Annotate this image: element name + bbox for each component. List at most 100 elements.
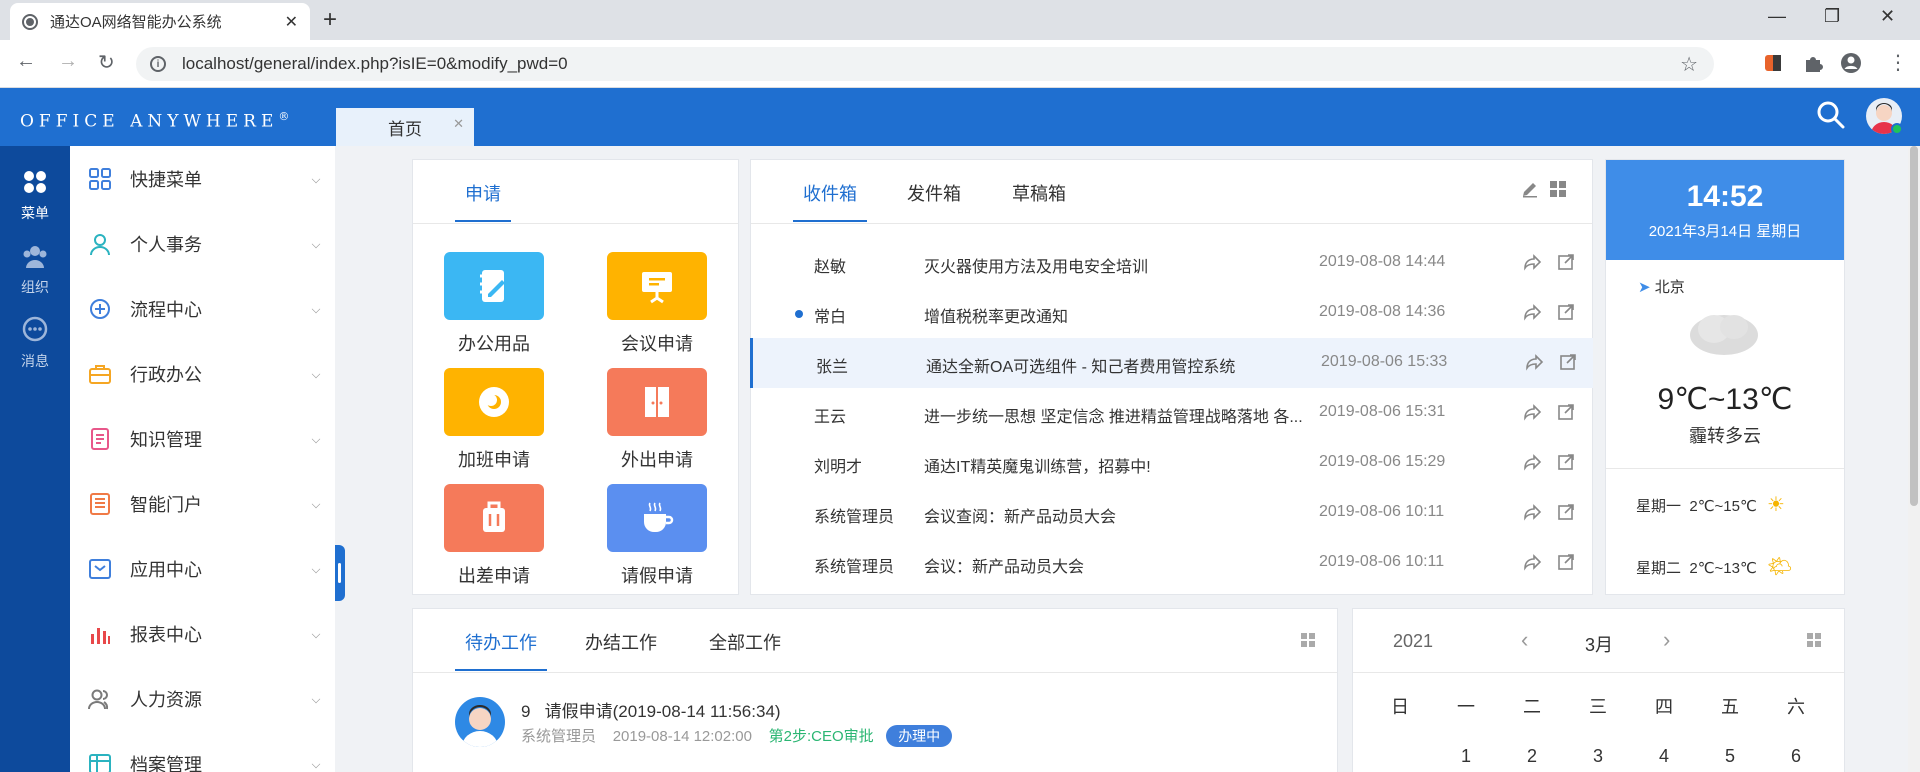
minimize-icon[interactable]: — (1768, 6, 1786, 27)
weekday: 二 (1523, 697, 1541, 717)
mail-row[interactable]: 赵敏 灭火器使用方法及用电安全培训 2019-08-08 14:44 (751, 238, 1594, 288)
app-out[interactable]: 外出申请 (607, 368, 707, 472)
menu-item-knowledge[interactable]: 知识管理 (70, 406, 335, 471)
day-cell[interactable]: 3 (1565, 731, 1631, 772)
tab-todo[interactable]: 待办工作 (455, 629, 547, 671)
browser-tab[interactable]: 通达OA网络智能办公系统 ✕ (10, 3, 310, 40)
tab-apply[interactable]: 申请 (455, 180, 511, 222)
forward-icon[interactable] (1524, 253, 1542, 271)
open-external-icon[interactable] (1557, 553, 1575, 571)
calendar-year[interactable]: 2021 (1393, 631, 1433, 652)
day-cell[interactable]: 6 (1763, 731, 1829, 772)
work-item-step: 第2步:CEO审批 (768, 728, 874, 745)
forward-icon[interactable] (1524, 503, 1542, 521)
luggage-icon (444, 484, 544, 552)
haze-cloud-icon (1690, 315, 1758, 355)
open-external-icon[interactable] (1557, 303, 1575, 321)
new-tab-button[interactable]: + (323, 6, 337, 34)
tab-outbox[interactable]: 发件箱 (907, 180, 961, 206)
menu-item-archive[interactable]: 档案管理 (70, 731, 335, 772)
mail-row[interactable]: 张兰 通达全新OA可选组件 - 知己者费用管控系统 2019-08-06 15:33 (750, 338, 1593, 388)
tab-home[interactable]: 首页 ✕ (336, 108, 474, 146)
info-icon[interactable]: i (150, 56, 166, 72)
menu-item-apps[interactable]: 应用中心 (70, 536, 335, 601)
app-meeting[interactable]: 会议申请 (607, 252, 707, 356)
bookmark-star-icon[interactable]: ☆ (1680, 52, 1698, 77)
open-external-icon[interactable] (1557, 253, 1575, 271)
menu-item-personal[interactable]: 个人事务 (70, 211, 335, 276)
app-business-trip[interactable]: 出差申请 (444, 484, 544, 588)
menu-item-hr[interactable]: 人力资源 (70, 666, 335, 731)
menu-item-shortcut[interactable]: 快捷菜单 (70, 146, 335, 211)
location[interactable]: ➤ 北京 (1638, 276, 1685, 297)
menu-item-flow[interactable]: 流程中心 (70, 276, 335, 341)
page-scrollbar[interactable] (1908, 146, 1920, 772)
bar-chart-icon (91, 627, 110, 644)
tab-inbox[interactable]: 收件箱 (793, 180, 867, 222)
mail-row[interactable]: 常白 增值税税率更改通知 2019-08-08 14:36 (751, 288, 1594, 338)
tab-all[interactable]: 全部工作 (709, 629, 781, 655)
chevron-down-icon (311, 304, 321, 313)
puzzle-icon[interactable] (1802, 52, 1824, 74)
close-window-icon[interactable]: ✕ (1880, 6, 1895, 27)
open-external-icon[interactable] (1557, 403, 1575, 421)
work-item-number: 9 (521, 702, 531, 721)
app-office-supplies[interactable]: 办公用品 (444, 252, 544, 356)
url-bar[interactable]: i localhost/general/index.php?isIE=0&mod… (136, 47, 1714, 81)
menu-collapse-handle[interactable] (335, 545, 345, 601)
profile-icon[interactable] (1840, 52, 1862, 74)
tab-drafts[interactable]: 草稿箱 (1012, 180, 1066, 206)
calendar-month[interactable]: 3月 (1585, 631, 1613, 657)
search-icon[interactable] (1816, 100, 1846, 130)
mail-row[interactable]: 刘明才 通达IT精英魔鬼训练营，招募中! 2019-08-06 15:29 (751, 438, 1594, 488)
restore-icon[interactable]: ❐ (1824, 6, 1840, 27)
rail-item-org[interactable]: 组织 (0, 242, 70, 297)
day-cell[interactable]: 4 (1631, 731, 1697, 772)
work-item-time: 2019-08-14 12:02:00 (612, 728, 752, 745)
day-cell[interactable]: 2 (1499, 731, 1565, 772)
forward-icon[interactable] (1524, 303, 1542, 321)
mail-subject: 会议：新产品动员大会 (924, 559, 1085, 576)
open-external-icon[interactable] (1557, 503, 1575, 521)
menu-item-reports[interactable]: 报表中心 (70, 601, 335, 666)
reload-icon[interactable]: ↻ (98, 50, 115, 75)
mail-time: 2019-08-06 15:31 (1319, 403, 1446, 420)
day-cell[interactable]: 5 (1697, 731, 1763, 772)
left-rail: 菜单 组织 消息 (0, 146, 70, 772)
rail-item-menu[interactable]: 菜单 (0, 168, 70, 223)
mail-row[interactable]: 王云 进一步统一思想 坚定信念 推进精益管理战略落地 各... 2019-08-06… (751, 388, 1594, 438)
app-overtime[interactable]: 加班申请 (444, 368, 544, 472)
grid-view-icon[interactable] (1807, 633, 1821, 647)
forward-icon[interactable] (1526, 353, 1544, 371)
forward-icon[interactable] (1524, 403, 1542, 421)
mail-row[interactable]: 系统管理员 会议：新产品动员大会 2019-08-06 10:11 (751, 538, 1594, 588)
mail-row[interactable]: 系统管理员 会议查阅：新产品动员大会 2019-08-06 10:11 (751, 488, 1594, 538)
archive-icon (89, 753, 111, 772)
grid-view-icon[interactable] (1301, 633, 1315, 647)
tab-done[interactable]: 办结工作 (585, 629, 657, 655)
back-icon[interactable]: ← (16, 50, 36, 73)
work-item-title-row[interactable]: 9 请假申请(2019-08-14 11:56:34) (521, 697, 781, 722)
menu-item-portal[interactable]: 智能门户 (70, 471, 335, 536)
menu-item-admin[interactable]: 行政办公 (70, 341, 335, 406)
door-icon (607, 368, 707, 436)
open-external-icon[interactable] (1559, 353, 1577, 371)
app-leave[interactable]: 请假申请 (607, 484, 707, 588)
chevron-left-icon[interactable]: ‹ (1521, 627, 1528, 653)
forward-icon[interactable] (1524, 553, 1542, 571)
tab-close-icon[interactable]: ✕ (453, 116, 464, 132)
forward-icon[interactable] (1524, 453, 1542, 471)
mail-time: 2019-08-08 14:36 (1319, 303, 1446, 320)
extension-icon[interactable] (1762, 52, 1784, 74)
rail-item-messages[interactable]: 消息 (0, 316, 70, 371)
edit-icon[interactable] (1521, 180, 1539, 198)
more-menu-icon[interactable]: ⋮ (1888, 50, 1908, 75)
chevron-right-icon[interactable]: › (1663, 627, 1670, 653)
open-external-icon[interactable] (1557, 453, 1575, 471)
tab-close-icon[interactable]: ✕ (285, 12, 298, 32)
day-cell[interactable]: 1 (1433, 731, 1499, 772)
grid-view-icon[interactable] (1549, 180, 1567, 198)
scrollbar-thumb[interactable] (1910, 146, 1918, 506)
day-cell[interactable] (1367, 731, 1433, 772)
forward-icon[interactable]: → (58, 50, 78, 73)
